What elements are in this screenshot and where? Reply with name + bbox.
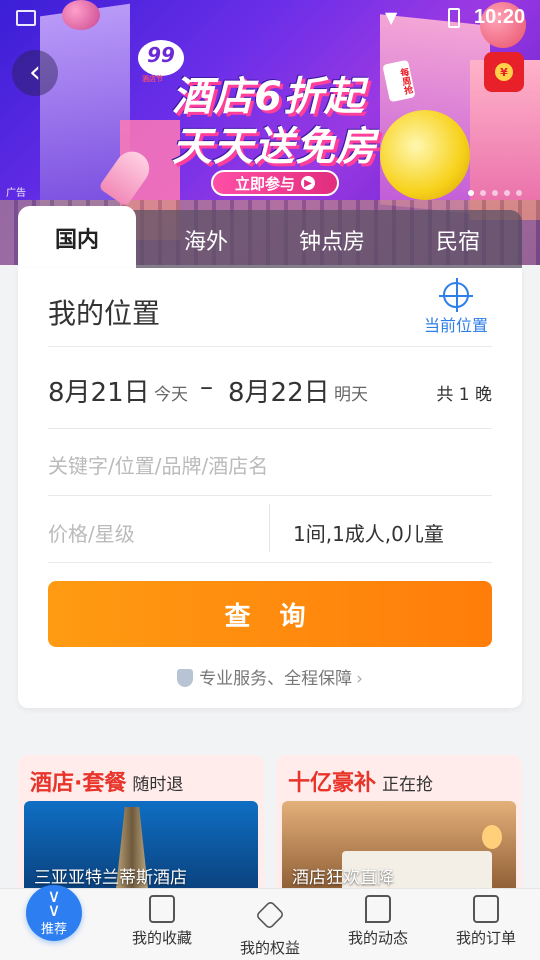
divider bbox=[48, 495, 492, 496]
room-guest-selector[interactable]: 1间,1成人,0儿童 bbox=[293, 518, 444, 547]
ad-label: 广告 bbox=[6, 188, 26, 199]
promo-header: 酒店·套餐 随时退 bbox=[30, 771, 184, 796]
shield-icon bbox=[177, 669, 194, 687]
chevron-right-icon: › bbox=[356, 669, 363, 689]
astronaut-illustration bbox=[380, 110, 470, 200]
diamond-icon bbox=[255, 900, 285, 930]
chevron-left-icon: ‹ bbox=[29, 55, 41, 90]
status-bar: ▼ 10:20 bbox=[0, 0, 540, 36]
divider bbox=[48, 428, 492, 429]
red-packet-button[interactable]: ¥ bbox=[484, 52, 524, 92]
vertical-divider bbox=[269, 504, 270, 552]
back-button[interactable]: ‹ bbox=[12, 50, 58, 96]
checkin-label: 今天 bbox=[154, 385, 188, 405]
current-location-button[interactable]: 当前位置 bbox=[418, 278, 494, 336]
nav-activity[interactable]: 我的动态 bbox=[328, 895, 428, 948]
nav-favorites[interactable]: 我的收藏 bbox=[112, 895, 212, 948]
tab-overseas[interactable]: 海外 bbox=[158, 210, 254, 270]
banner-headline-2: 天天送免房 bbox=[172, 124, 377, 170]
lamp-illustration bbox=[482, 825, 502, 849]
date-picker[interactable]: 8月21日 今天 – 8月22日 明天 共 1 晚 bbox=[48, 372, 492, 412]
nights-count: 共 1 晚 bbox=[436, 385, 492, 405]
carousel-indicator bbox=[468, 190, 522, 196]
wifi-icon: ▼ bbox=[385, 8, 398, 27]
image-icon bbox=[16, 10, 36, 26]
search-button[interactable]: 查 询 bbox=[48, 581, 492, 647]
service-guarantee-link[interactable]: 专业服务、全程保障 › bbox=[18, 664, 522, 689]
join-now-button[interactable]: 立即参与 ▶ bbox=[211, 170, 339, 196]
promo-card-subsidy[interactable]: 十亿豪补 正在抢 酒店狂欢直降 bbox=[276, 755, 522, 895]
divider bbox=[48, 346, 492, 347]
location-field[interactable]: 我的位置 bbox=[48, 292, 160, 332]
hotel-search-card: 我的位置 当前位置 8月21日 今天 – 8月22日 明天 共 1 晚 关键字/… bbox=[18, 268, 522, 708]
tab-hourly[interactable]: 钟点房 bbox=[280, 210, 384, 270]
nav-orders[interactable]: 我的订单 bbox=[436, 895, 536, 948]
hotel-photo: 三亚亚特兰蒂斯酒店 bbox=[24, 801, 258, 895]
order-icon bbox=[473, 895, 499, 923]
crosshair-icon bbox=[439, 278, 473, 312]
price-star-filter[interactable]: 价格/星级 bbox=[48, 518, 135, 547]
checkin-date: 8月21日 bbox=[48, 378, 150, 408]
tab-homestay[interactable]: 民宿 bbox=[410, 210, 506, 270]
edit-icon bbox=[365, 895, 391, 923]
hotel-room-photo: 酒店狂欢直降 bbox=[282, 801, 516, 895]
recommend-button[interactable]: ∨ ∨ 推荐 bbox=[26, 885, 82, 941]
checkout-label: 明天 bbox=[334, 385, 368, 405]
nav-benefits[interactable]: 我的权益 bbox=[220, 895, 320, 958]
double-chevron-down-icon: ∨ ∨ bbox=[47, 885, 61, 921]
promo-card-hotel-package[interactable]: 酒店·套餐 随时退 三亚亚特兰蒂斯酒店 bbox=[18, 755, 264, 895]
promo-header: 十亿豪补 正在抢 bbox=[288, 771, 434, 796]
battery-icon bbox=[448, 8, 460, 28]
checkout-date: 8月22日 bbox=[228, 378, 330, 408]
divider bbox=[48, 562, 492, 563]
keyword-input[interactable]: 关键字/位置/品牌/酒店名 bbox=[48, 450, 268, 479]
red-packet-icon: ¥ bbox=[495, 63, 513, 81]
tab-domestic[interactable]: 国内 bbox=[18, 206, 136, 270]
status-time: 10:20 bbox=[474, 6, 526, 28]
promo-caption: 酒店狂欢直降 bbox=[292, 868, 394, 888]
date-separator: – bbox=[200, 372, 213, 402]
favorites-icon bbox=[149, 895, 175, 923]
bottom-navigation: ∨ ∨ 推荐 我的收藏 我的权益 我的动态 我的订单 bbox=[0, 885, 540, 960]
hotel-type-tabs: 国内 海外 钟点房 民宿 bbox=[18, 206, 522, 270]
arrow-right-icon: ▶ bbox=[301, 176, 315, 190]
